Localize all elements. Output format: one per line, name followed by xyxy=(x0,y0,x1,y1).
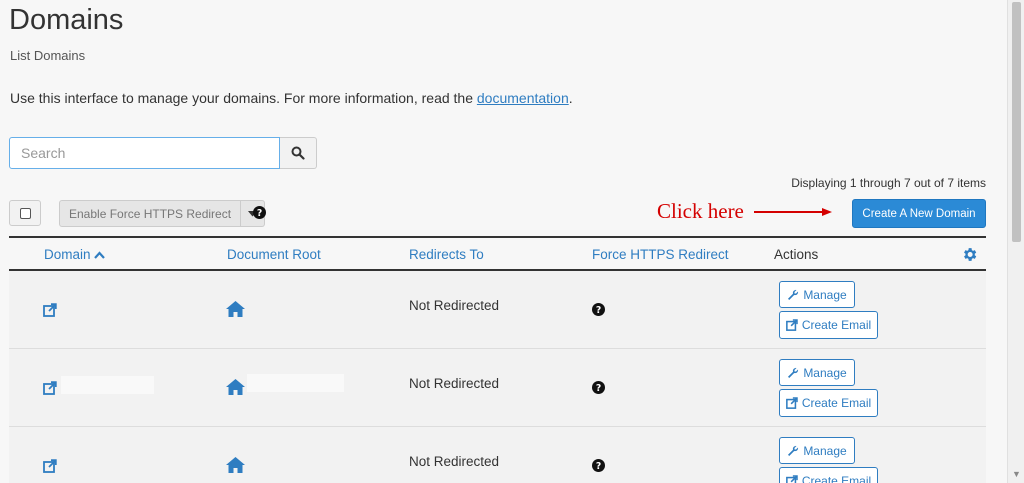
intro-text: Use this interface to manage your domain… xyxy=(10,90,573,106)
create-new-domain-button[interactable]: Create A New Domain xyxy=(852,199,986,228)
edit-icon xyxy=(785,319,798,331)
column-header-domain[interactable]: Domain xyxy=(44,247,106,262)
external-link-icon[interactable] xyxy=(43,459,57,478)
manage-button[interactable]: Manage xyxy=(779,359,855,386)
create-email-button[interactable]: Create Email xyxy=(779,311,878,339)
redirects-to-value: Not Redirected xyxy=(409,376,500,391)
wrench-icon xyxy=(788,445,799,456)
create-email-button-label: Create Email xyxy=(801,474,872,483)
question-circle-icon[interactable]: ? xyxy=(592,459,605,477)
pagination-summary: Displaying 1 through 7 out of 7 items xyxy=(791,176,986,190)
question-circle-icon[interactable]: ? xyxy=(253,206,266,224)
gear-icon[interactable] xyxy=(961,246,978,268)
scroll-down-arrow-icon[interactable]: ▼ xyxy=(1012,470,1021,479)
edit-icon xyxy=(785,475,798,483)
column-header-domain-label: Domain xyxy=(44,247,91,262)
sort-up-icon xyxy=(94,251,106,259)
redirects-to-value: Not Redirected xyxy=(409,298,500,313)
manage-button-label: Manage xyxy=(803,365,847,380)
edit-icon xyxy=(785,397,798,409)
create-email-button[interactable]: Create Email xyxy=(779,389,878,417)
wrench-icon xyxy=(788,367,799,378)
column-header-redirects-to[interactable]: Redirects To xyxy=(409,247,484,262)
table-row: Not Redirected ? Manage Create Email xyxy=(9,349,986,427)
wrench-icon xyxy=(788,289,799,300)
force-https-dropdown: Enable Force HTTPS Redirect xyxy=(59,200,266,227)
checkbox-box xyxy=(19,207,31,219)
home-icon[interactable] xyxy=(226,301,245,322)
create-email-button-label: Create Email xyxy=(801,318,872,332)
scrollbar-thumb[interactable] xyxy=(1012,2,1021,242)
domain-name-redacted xyxy=(61,376,154,394)
intro-text-end: . xyxy=(568,90,573,106)
force-https-button[interactable]: Enable Force HTTPS Redirect xyxy=(59,200,242,227)
column-header-document-root[interactable]: Document Root xyxy=(227,247,321,262)
manage-button[interactable]: Manage xyxy=(779,437,855,464)
svg-text:?: ? xyxy=(596,461,601,472)
vertical-scrollbar[interactable]: ▼ xyxy=(1007,0,1024,483)
manage-button-label: Manage xyxy=(803,287,847,302)
documentation-link[interactable]: documentation xyxy=(477,90,569,106)
click-here-annotation: Click here xyxy=(657,199,832,224)
external-link-icon[interactable] xyxy=(43,303,57,322)
question-circle-icon[interactable]: ? xyxy=(592,303,605,321)
page-subtitle: List Domains xyxy=(10,48,86,63)
svg-text:?: ? xyxy=(596,305,601,316)
intro-text-body: Use this interface to manage your domain… xyxy=(10,90,477,106)
search-input[interactable] xyxy=(9,137,281,169)
select-all-checkbox[interactable] xyxy=(9,200,41,226)
table-header: Domain Document Root Redirects To Force … xyxy=(9,236,986,271)
svg-text:?: ? xyxy=(596,383,601,394)
redirects-to-value: Not Redirected xyxy=(409,454,500,469)
annotation-text: Click here xyxy=(657,199,744,223)
home-icon[interactable] xyxy=(226,457,245,478)
column-header-force-https[interactable]: Force HTTPS Redirect xyxy=(592,247,729,262)
manage-button-label: Manage xyxy=(803,443,847,458)
question-circle-icon[interactable]: ? xyxy=(592,381,605,399)
column-header-actions: Actions xyxy=(774,247,819,262)
domains-table: Domain Document Root Redirects To Force … xyxy=(9,236,986,483)
table-row: Not Redirected ? Manage Create Email xyxy=(9,427,986,483)
table-row: Not Redirected ? Manage Create Email xyxy=(9,271,986,349)
manage-button[interactable]: Manage xyxy=(779,281,855,308)
arrow-right-icon xyxy=(753,207,832,216)
home-icon[interactable] xyxy=(226,379,245,400)
page-title: Domains xyxy=(9,4,124,36)
document-root-redacted xyxy=(247,374,344,392)
search-group xyxy=(9,137,317,169)
create-email-button-label: Create Email xyxy=(801,396,872,410)
create-email-button[interactable]: Create Email xyxy=(779,467,878,483)
svg-text:?: ? xyxy=(257,208,262,219)
search-button[interactable] xyxy=(280,137,317,169)
external-link-icon[interactable] xyxy=(43,381,57,400)
search-icon xyxy=(291,146,305,160)
